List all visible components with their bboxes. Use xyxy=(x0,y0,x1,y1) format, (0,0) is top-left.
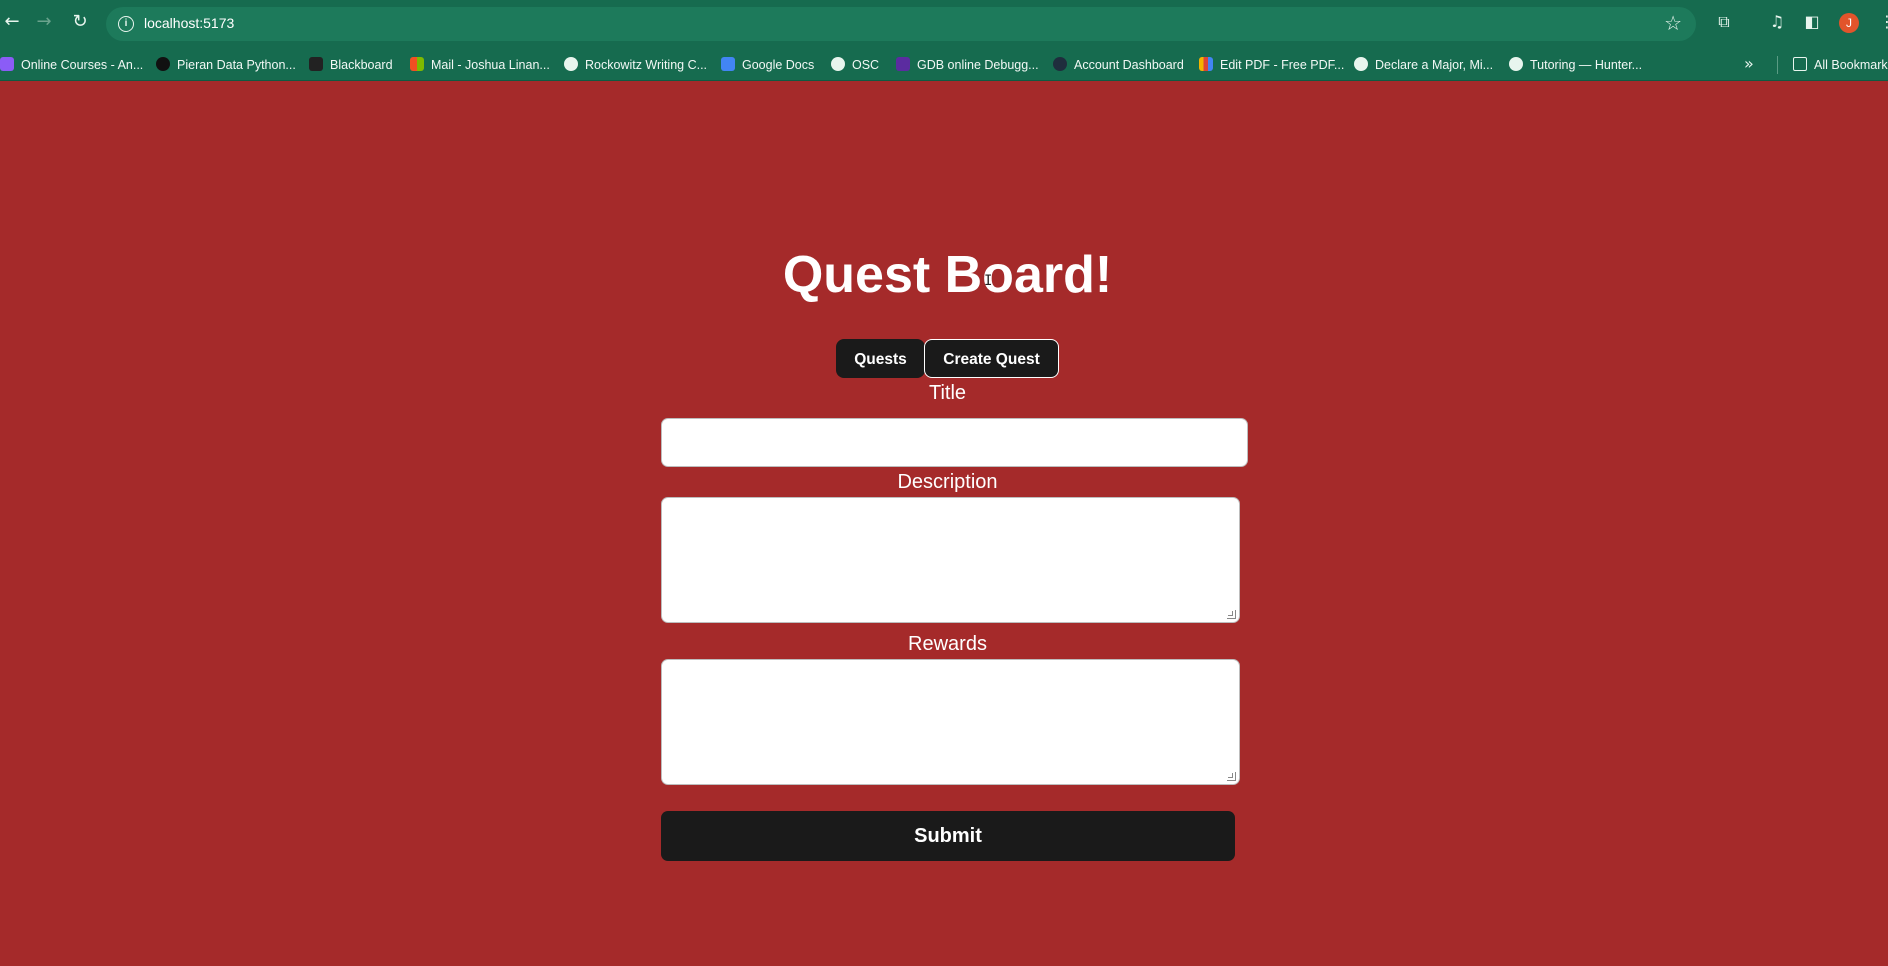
bookmark-item[interactable]: Edit PDF - Free PDF... xyxy=(1199,56,1344,74)
resize-handle-icon[interactable] xyxy=(1227,610,1236,619)
bookmark-item[interactable]: Blackboard xyxy=(309,56,393,74)
chevron-double-right-icon[interactable]: » xyxy=(1744,54,1754,73)
bookmark-item[interactable]: Account Dashboard xyxy=(1053,56,1184,74)
submit-button[interactable]: Submit xyxy=(661,811,1235,861)
bookmark-item[interactable]: GDB online Debugg... xyxy=(896,56,1039,74)
globe-icon xyxy=(831,57,845,71)
media-controls-icon[interactable]: ♫ xyxy=(1766,11,1788,33)
back-icon[interactable]: ← xyxy=(0,10,24,34)
reload-icon[interactable]: ↻ xyxy=(68,10,92,34)
bookmark-item[interactable]: Declare a Major, Mi... xyxy=(1354,56,1493,74)
pdf-icon xyxy=(1199,57,1213,71)
browser-toolbar: ← → ↻ i localhost:5173 ☆ ⧉ ♫ ◧ J ⋮ xyxy=(0,0,1888,48)
bookmark-item[interactable]: Rockowitz Writing C... xyxy=(564,56,707,74)
bookmark-item[interactable]: Mail - Joshua Linan... xyxy=(410,56,550,74)
forward-icon[interactable]: → xyxy=(32,10,56,34)
bookmark-item[interactable]: Tutoring — Hunter... xyxy=(1509,56,1642,74)
title-label: Title xyxy=(928,382,967,404)
fsa-icon xyxy=(1053,57,1067,71)
bookmark-star-icon[interactable]: ☆ xyxy=(1664,11,1682,35)
github-icon xyxy=(156,57,170,71)
folder-icon xyxy=(1793,57,1807,71)
menu-kebab-icon[interactable]: ⋮ xyxy=(1876,11,1888,33)
bookmark-item[interactable]: Google Docs xyxy=(721,56,814,74)
blackboard-icon xyxy=(309,57,323,71)
globe-icon xyxy=(1509,57,1523,71)
globe-icon xyxy=(564,57,578,71)
page-title: Quest Board! xyxy=(782,246,1113,304)
quests-tab-button[interactable]: Quests xyxy=(836,339,925,378)
description-textarea[interactable] xyxy=(661,497,1240,623)
side-panel-icon[interactable]: ◧ xyxy=(1801,11,1823,33)
site-info-icon[interactable]: i xyxy=(118,16,134,32)
rewards-label: Rewards xyxy=(908,633,987,655)
address-bar[interactable]: i localhost:5173 ☆ xyxy=(106,7,1696,41)
bookmark-item[interactable]: Online Courses - An... xyxy=(0,56,143,74)
rewards-textarea[interactable] xyxy=(661,659,1240,785)
gdb-icon xyxy=(896,57,910,71)
url-text[interactable]: localhost:5173 xyxy=(144,15,234,31)
text-cursor-icon: I xyxy=(984,273,993,289)
title-input[interactable] xyxy=(661,418,1248,467)
course-icon xyxy=(0,57,14,71)
all-bookmarks-folder[interactable]: All Bookmarks xyxy=(1793,56,1888,74)
bookmark-item[interactable]: Pieran Data Python... xyxy=(156,56,296,74)
resize-handle-icon[interactable] xyxy=(1227,772,1236,781)
bookmarks-bar: Online Courses - An... Pieran Data Pytho… xyxy=(0,48,1888,81)
extensions-icon[interactable]: ⧉ xyxy=(1713,11,1735,33)
create-quest-tab-button[interactable]: Create Quest xyxy=(924,339,1059,378)
description-label: Description xyxy=(897,471,998,493)
docs-icon xyxy=(721,57,735,71)
bookmark-separator xyxy=(1777,56,1778,74)
profile-avatar[interactable]: J xyxy=(1839,13,1859,33)
microsoft-icon xyxy=(410,57,424,71)
globe-icon xyxy=(1354,57,1368,71)
bookmark-item[interactable]: OSC xyxy=(831,56,879,74)
